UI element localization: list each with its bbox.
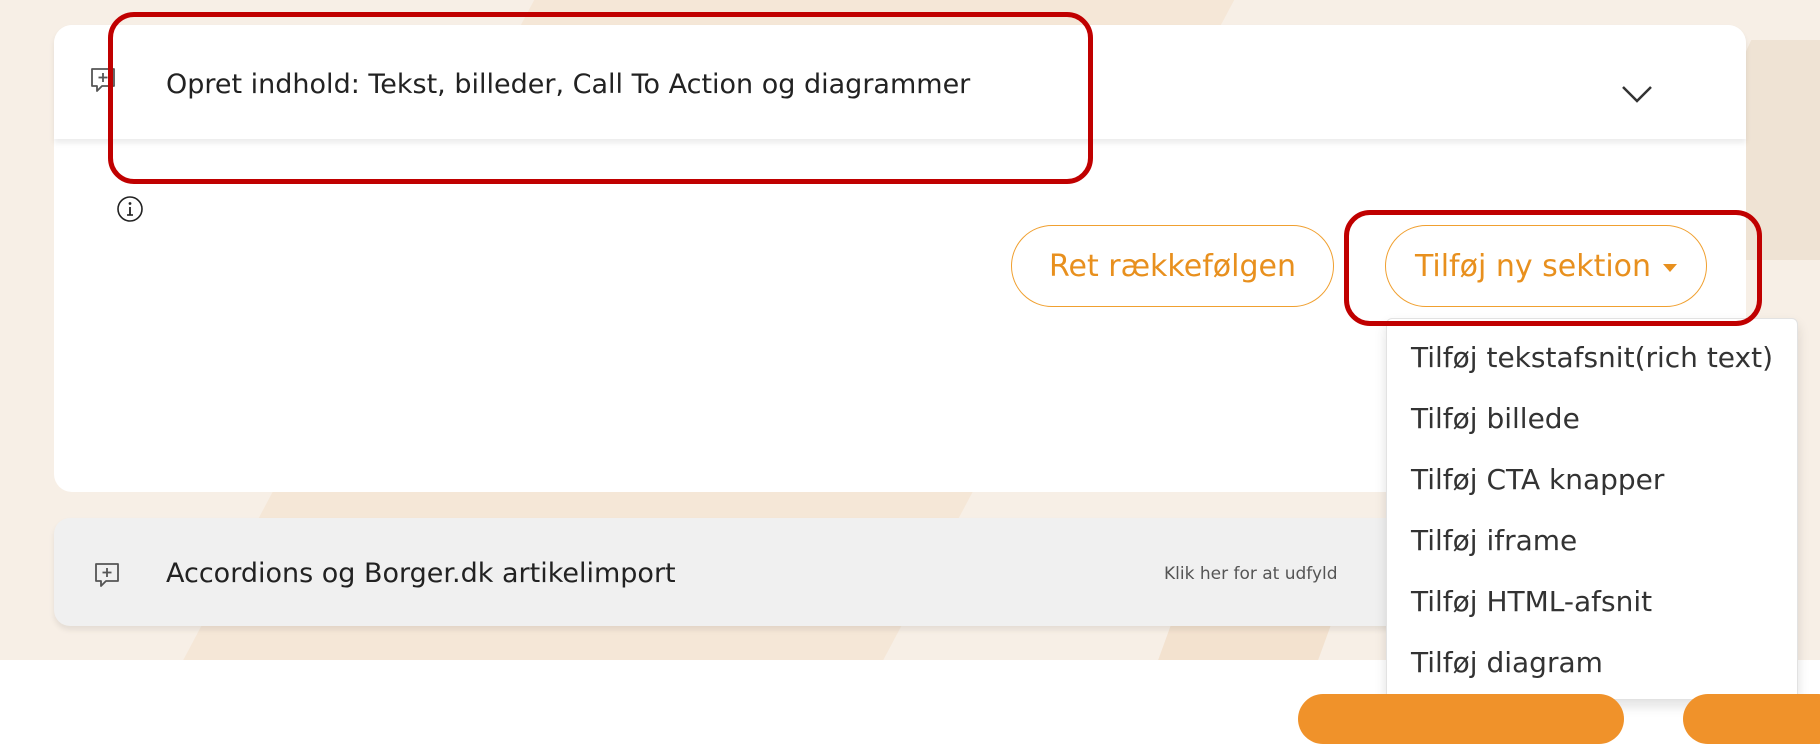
menu-item-cta-buttons[interactable]: Tilføj CTA knapper [1411, 463, 1664, 496]
comment-plus-icon [95, 563, 119, 587]
annotation-box-title [108, 12, 1093, 184]
reorder-button[interactable]: Ret rækkefølgen [1011, 225, 1334, 307]
reorder-button-label: Ret rækkefølgen [1049, 248, 1296, 284]
menu-item-html-section[interactable]: Tilføj HTML-afsnit [1411, 585, 1652, 618]
menu-item-image[interactable]: Tilføj billede [1411, 402, 1580, 435]
chevron-down-icon[interactable] [1621, 85, 1653, 105]
secondary-action-button[interactable] [1683, 694, 1820, 744]
add-section-dropdown: Tilføj tekstafsnit(rich text) Tilføj bil… [1386, 318, 1798, 700]
accordion-panel-hint[interactable]: Klik her for at udfyld [1164, 564, 1338, 584]
annotation-box-add-section [1344, 210, 1762, 326]
info-icon[interactable] [116, 195, 144, 223]
accordion-panel-title: Accordions og Borger.dk artikelimport [166, 558, 676, 589]
menu-item-diagram[interactable]: Tilføj diagram [1411, 646, 1603, 679]
menu-item-iframe[interactable]: Tilføj iframe [1411, 524, 1577, 557]
menu-item-rich-text[interactable]: Tilføj tekstafsnit(rich text) [1411, 341, 1773, 374]
primary-action-button[interactable] [1298, 694, 1624, 744]
